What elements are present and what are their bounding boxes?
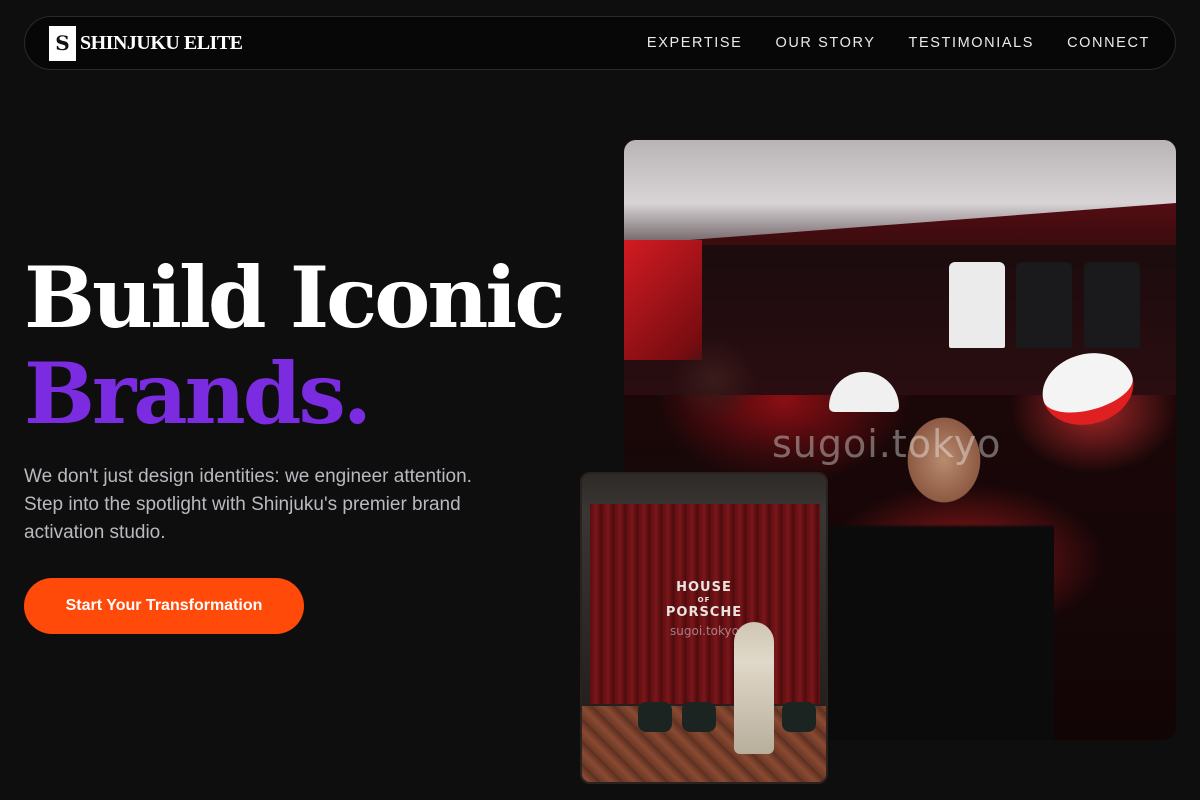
photo-stool xyxy=(782,702,816,732)
photo-watermark: sugoi.tokyo xyxy=(772,422,1002,466)
hero-photo-inset: HOUSE OF PORSCHE sugoi.tokyo xyxy=(580,472,828,784)
photo-tshirt xyxy=(1016,262,1072,348)
hero-description: We don't just design identities: we engi… xyxy=(24,466,472,543)
nav-link-expertise[interactable]: EXPERTISE xyxy=(647,35,743,51)
photo-stool xyxy=(682,702,716,732)
navbar: S SHINJUKU ELITE EXPERTISE OUR STORY TES… xyxy=(24,16,1176,70)
nav-link-connect[interactable]: CONNECT xyxy=(1067,35,1150,51)
nav-link-testimonials[interactable]: TESTIMONIALS xyxy=(909,35,1035,51)
photo-stool xyxy=(638,702,672,732)
photo-watermark: sugoi.tokyo xyxy=(670,624,739,638)
photo-sign-of: OF xyxy=(697,596,711,604)
photo-tshirt xyxy=(1084,262,1140,348)
brand-logo[interactable]: S SHINJUKU ELITE xyxy=(49,25,243,61)
brand-mark-icon: S xyxy=(49,25,76,61)
hero-title-line2: Brands. xyxy=(24,344,372,443)
photo-sign-line2: PORSCHE xyxy=(665,605,743,620)
hero-title: Build Iconic Brands. xyxy=(24,248,565,443)
nav-link-our-story[interactable]: OUR STORY xyxy=(775,35,875,51)
photo-figure xyxy=(734,622,774,754)
nav-links: EXPERTISE OUR STORY TESTIMONIALS CONNECT xyxy=(647,35,1150,51)
photo-sign-line1: HOUSE xyxy=(676,580,732,595)
brand-name: SHINJUKU ELITE xyxy=(80,31,243,54)
photo-sign: HOUSE OF PORSCHE xyxy=(582,580,826,620)
start-transformation-button[interactable]: Start Your Transformation xyxy=(24,578,304,634)
hero-title-line1: Build Iconic xyxy=(24,248,565,347)
photo-ceiling xyxy=(624,140,1176,245)
photo-tshirt xyxy=(949,262,1005,348)
